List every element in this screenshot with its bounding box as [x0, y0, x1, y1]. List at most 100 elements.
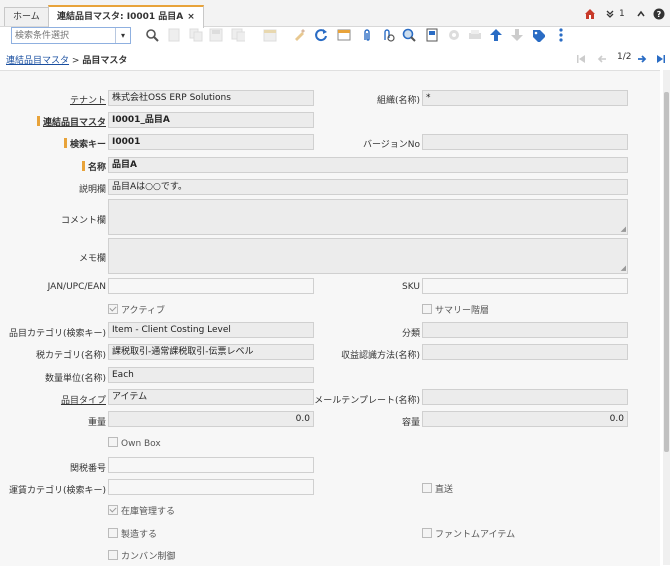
home-icon[interactable]: [584, 8, 596, 20]
drop-ship-checkbox-box[interactable]: [422, 483, 432, 493]
prev-page-icon[interactable]: [597, 54, 607, 64]
delete-icon[interactable]: [263, 28, 277, 42]
linked-item-field: I0001_品目A: [108, 112, 314, 128]
save-new-icon[interactable]: [231, 28, 245, 42]
summary-checkbox[interactable]: サマリー階層: [422, 303, 489, 316]
manufactured-checkbox-label: 製造する: [121, 530, 158, 540]
search-condition-select[interactable]: ▾: [11, 27, 131, 44]
weight-field[interactable]: 0.0: [108, 411, 314, 427]
sku-field[interactable]: [422, 278, 628, 294]
svg-text:?: ?: [657, 10, 662, 19]
own-box-checkbox-label: Own Box: [121, 439, 161, 449]
classification-field[interactable]: [422, 322, 628, 338]
tab-linked-item-master[interactable]: 連結品目マスタ: I0001 品目A ×: [48, 5, 204, 28]
settings-icon[interactable]: [447, 28, 461, 42]
tag-icon[interactable]: [531, 28, 545, 42]
tab-bar: ホーム 連結品目マスタ: I0001 品目A × 1 ?: [0, 0, 670, 28]
lookup-icon[interactable]: [402, 28, 416, 42]
name-field[interactable]: 品目A: [108, 157, 628, 173]
revenue-field[interactable]: [422, 344, 628, 360]
mail-template-field[interactable]: [422, 389, 628, 405]
active-checkbox-box[interactable]: [108, 304, 118, 314]
category-field[interactable]: Item - Client Costing Level: [108, 322, 314, 338]
kanban-checkbox-label: カンバン制御: [121, 552, 176, 562]
uom-field[interactable]: Each: [108, 367, 314, 383]
volume-label: 容量: [401, 418, 420, 428]
linked-item-label[interactable]: 連結品目マスタ: [37, 115, 106, 128]
first-page-icon[interactable]: [576, 54, 586, 64]
volume-field[interactable]: 0.0: [422, 411, 628, 427]
copy-icon[interactable]: [189, 28, 203, 42]
classification-label: 分類: [401, 329, 420, 339]
stocked-checkbox-box[interactable]: [108, 505, 118, 515]
manufactured-checkbox-box[interactable]: [108, 528, 118, 538]
description-label: 説明欄: [78, 185, 106, 195]
window-icon[interactable]: [337, 28, 351, 42]
phantom-checkbox-label: ファントムアイテム: [435, 530, 516, 540]
kanban-checkbox[interactable]: カンバン制御: [108, 549, 175, 562]
active-checkbox-label: アクティブ: [121, 306, 166, 316]
manufactured-checkbox[interactable]: 製造する: [108, 527, 157, 540]
breadcrumb-current: 品目マスタ: [82, 56, 128, 66]
close-icon[interactable]: ×: [187, 12, 195, 22]
tab-home[interactable]: ホーム: [4, 7, 49, 26]
org-label: 組織(名称): [376, 96, 420, 106]
save-icon[interactable]: [209, 28, 223, 42]
version-field[interactable]: [422, 134, 628, 150]
freight-field[interactable]: [108, 479, 314, 495]
category-label: 品目カテゴリ(検索キー): [8, 329, 106, 339]
next-page-icon[interactable]: [637, 54, 647, 64]
active-checkbox[interactable]: アクティブ: [108, 303, 165, 316]
drop-ship-checkbox-label: 直送: [435, 485, 454, 495]
open-window-count: 1: [619, 9, 625, 19]
drop-ship-checkbox[interactable]: 直送: [422, 482, 453, 495]
item-type-field[interactable]: アイテム: [108, 389, 314, 405]
own-box-checkbox-box[interactable]: [108, 437, 118, 447]
search-icon[interactable]: [145, 28, 159, 42]
jan-label: JAN/UPC/EAN: [47, 282, 106, 292]
arrow-up-icon[interactable]: [489, 28, 503, 42]
tenant-label[interactable]: テナント: [70, 93, 106, 106]
breadcrumb-parent-link[interactable]: 連結品目マスタ: [6, 56, 69, 66]
tax-category-field[interactable]: 課税取引-通常課税取引-伝票レベル: [108, 344, 314, 360]
phantom-checkbox-box[interactable]: [422, 528, 432, 538]
new-icon[interactable]: [167, 28, 181, 42]
resize-grip-icon[interactable]: ◢: [621, 226, 626, 233]
edit-icon[interactable]: [292, 28, 306, 42]
print-icon[interactable]: [468, 28, 482, 42]
summary-checkbox-box[interactable]: [422, 304, 432, 314]
resize-grip-icon[interactable]: ◢: [621, 265, 626, 272]
memo-textarea[interactable]: ◢: [108, 238, 628, 274]
sku-label: SKU: [402, 282, 420, 292]
chevron-up-icon[interactable]: [636, 9, 646, 19]
tariff-field[interactable]: [108, 457, 314, 473]
attachment-icon[interactable]: [360, 28, 374, 42]
own-box-checkbox[interactable]: Own Box: [108, 437, 161, 449]
stocked-checkbox[interactable]: 在庫管理する: [108, 504, 175, 517]
stocked-checkbox-label: 在庫管理する: [121, 507, 176, 517]
org-field: *: [422, 90, 628, 106]
vertical-scrollbar[interactable]: [663, 70, 670, 565]
archive-icon[interactable]: [425, 28, 439, 42]
search-key-field[interactable]: I0001: [108, 134, 314, 150]
last-page-icon[interactable]: [656, 54, 666, 64]
chevron-down-icon[interactable]: ▾: [115, 28, 130, 43]
refresh-icon[interactable]: [314, 28, 328, 42]
description-field[interactable]: 品目Aは○○です。: [108, 179, 628, 195]
comment-textarea[interactable]: ◢: [108, 199, 628, 235]
arrow-down-icon[interactable]: [510, 28, 524, 42]
page-indicator: 1/2: [617, 52, 632, 62]
zoom-across-icon[interactable]: [381, 28, 395, 42]
help-icon[interactable]: ?: [653, 8, 665, 20]
breadcrumb: 連結品目マスタ > 品目マスタ: [6, 53, 127, 66]
phantom-checkbox[interactable]: ファントムアイテム: [422, 527, 515, 540]
jan-field[interactable]: [108, 278, 314, 294]
double-chevron-down-icon[interactable]: [605, 9, 615, 19]
tab-active-label: 連結品目マスタ: I0001 品目A: [57, 12, 184, 22]
item-type-label[interactable]: 品目タイプ: [61, 393, 106, 406]
name-label: 名称: [82, 160, 106, 173]
kanban-checkbox-box[interactable]: [108, 550, 118, 560]
search-input[interactable]: [15, 29, 115, 42]
scrollbar-thumb[interactable]: [664, 92, 669, 452]
more-icon[interactable]: [557, 28, 571, 42]
